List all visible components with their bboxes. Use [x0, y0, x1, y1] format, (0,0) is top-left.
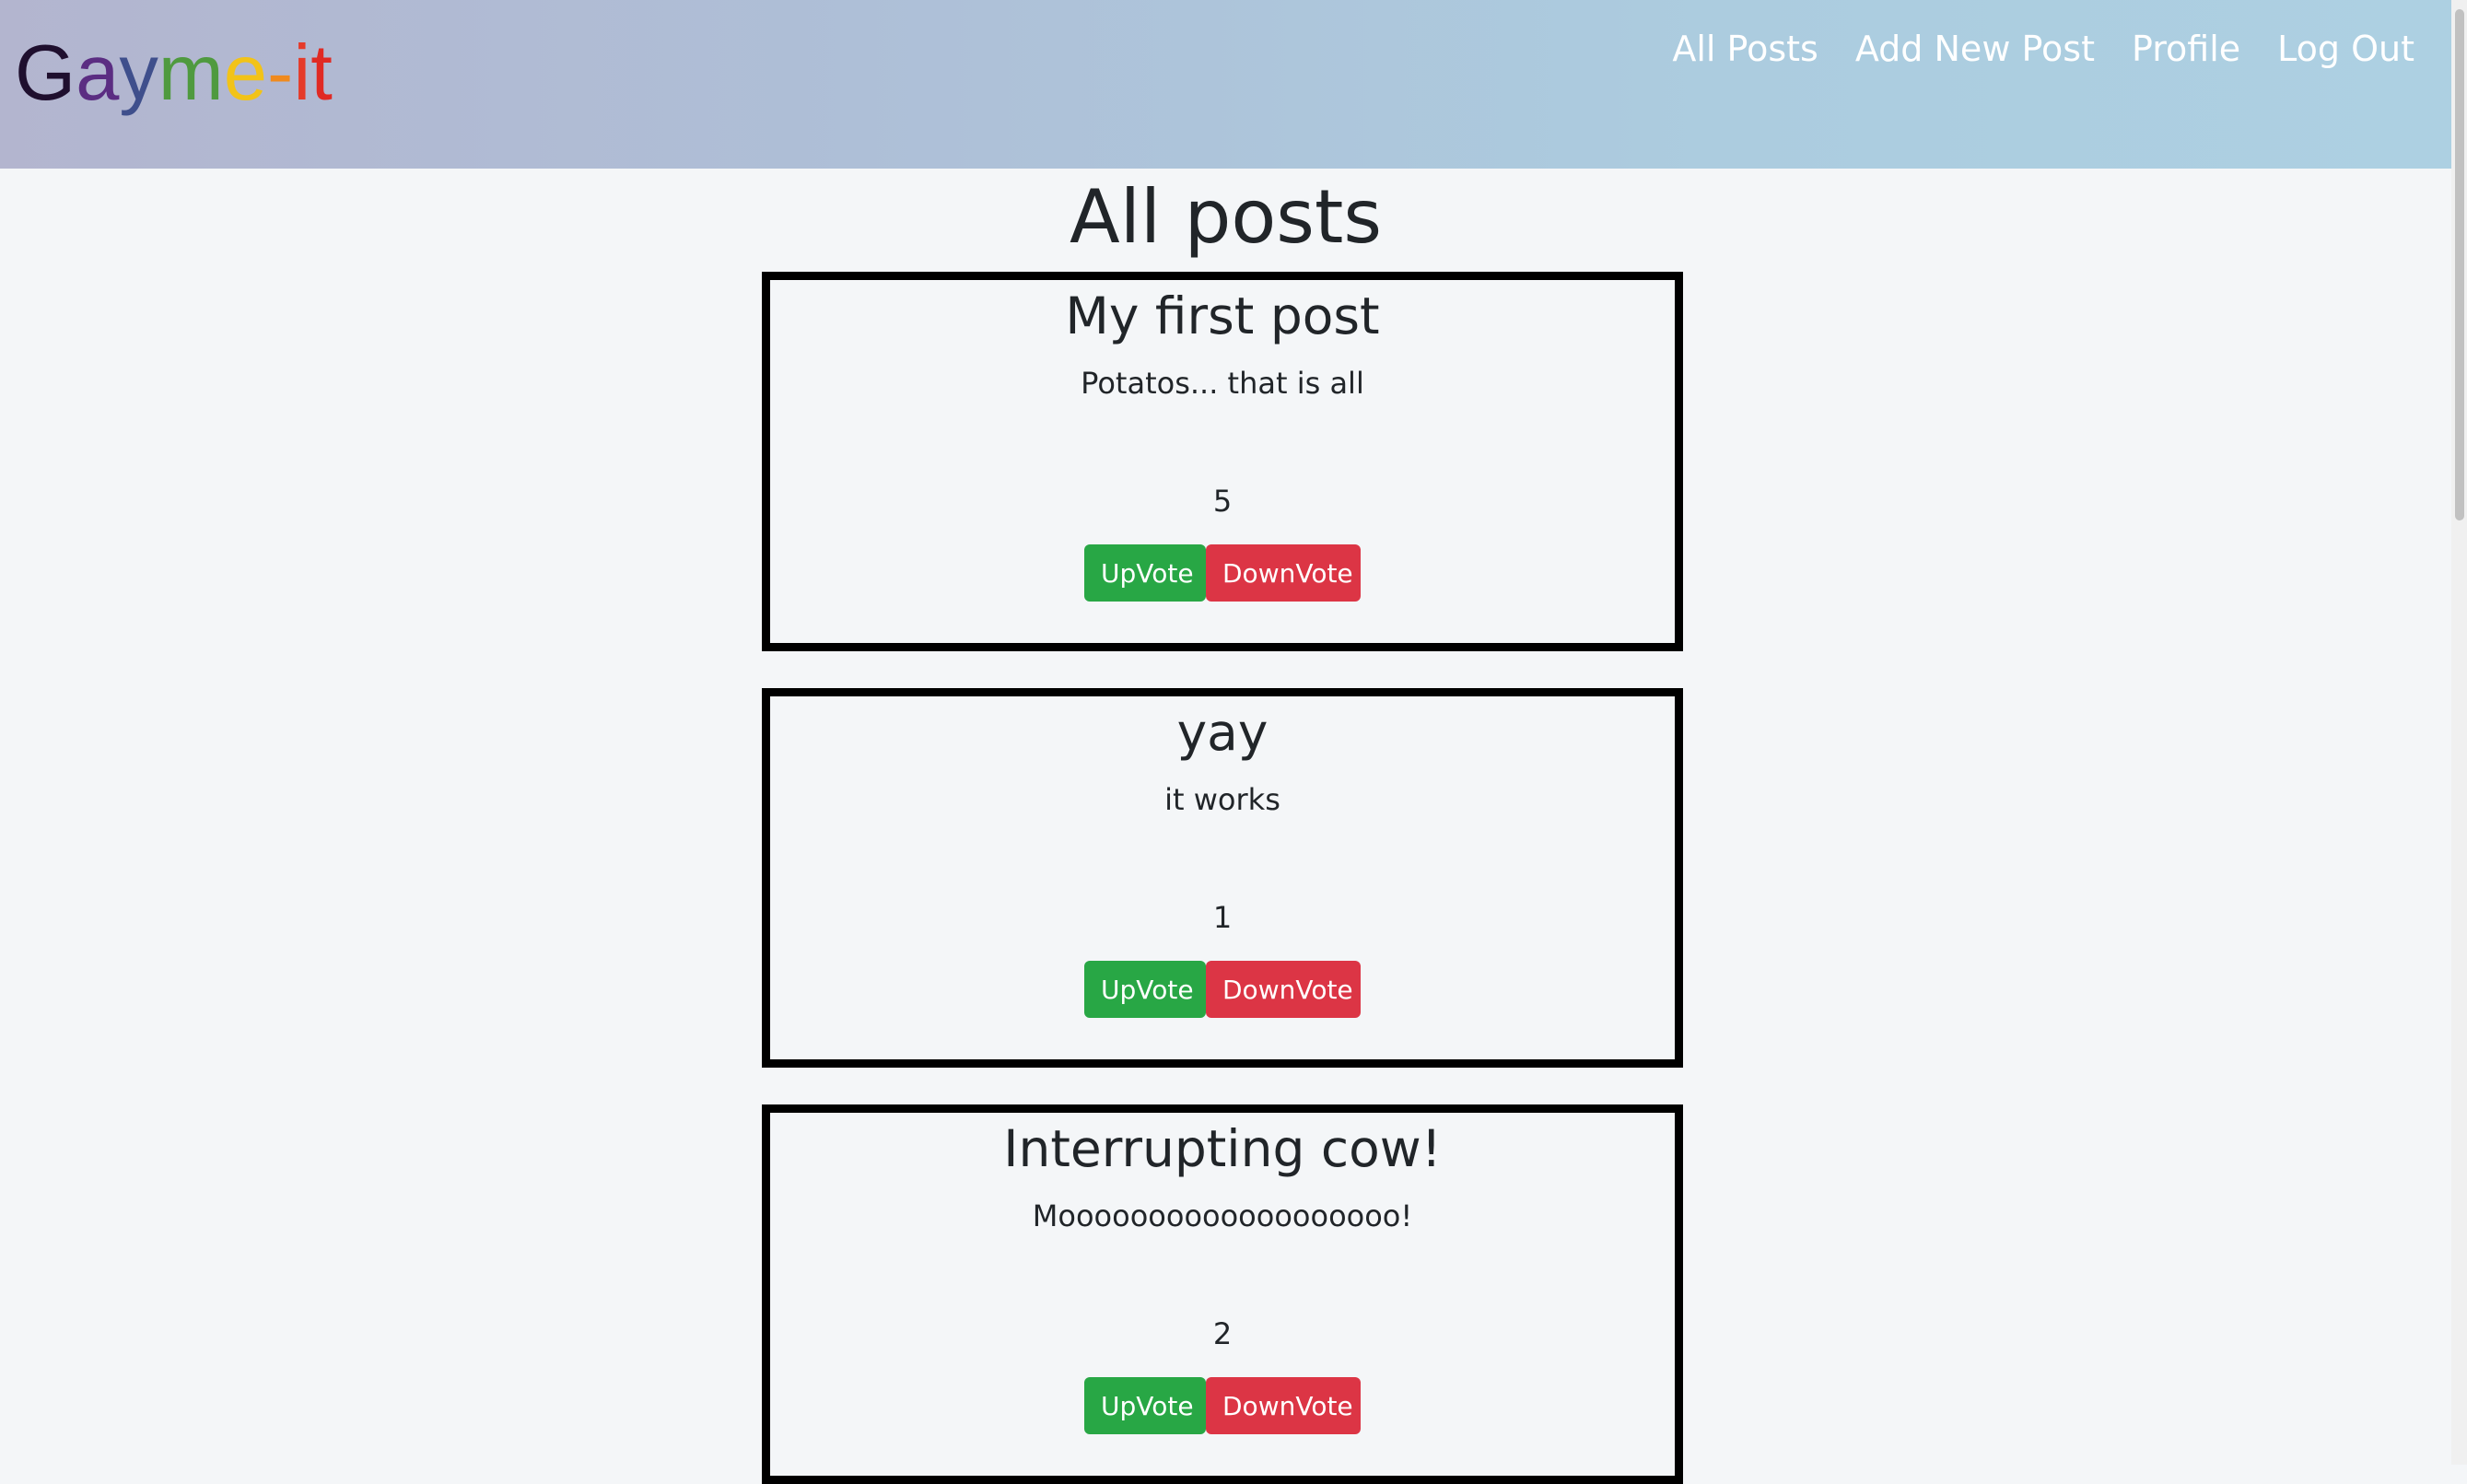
vote-count: 2	[1212, 1316, 1233, 1351]
nav-all-posts-link[interactable]: All Posts	[1672, 20, 1818, 77]
post-body: it works	[1164, 782, 1280, 817]
post-card: Interrupting cow! Mooooooooooooooooooo! …	[762, 1104, 1683, 1484]
downvote-button[interactable]: DownVote	[1206, 961, 1361, 1018]
downvote-button[interactable]: DownVote	[1206, 544, 1361, 602]
site-logo[interactable]: Gayme-it	[15, 28, 333, 120]
post-card: My first post Potatos... that is all 5 U…	[762, 272, 1683, 651]
logo-letter: m	[158, 29, 224, 117]
post-title: yay	[1176, 703, 1269, 762]
logo-letter: a	[76, 29, 120, 117]
post-card: yay it works 1 UpVote DownVote	[762, 688, 1683, 1068]
post-title: My first post	[1065, 286, 1380, 345]
vote-actions: UpVote DownVote	[770, 961, 1675, 1018]
nav-profile-link[interactable]: Profile	[2132, 20, 2240, 77]
vote-count: 1	[1212, 900, 1233, 935]
vote-count: 5	[1212, 484, 1233, 519]
upvote-button[interactable]: UpVote	[1084, 544, 1206, 602]
main-nav: All Posts Add New Post Profile Log Out	[1672, 20, 2414, 77]
logo-letter: i	[293, 29, 311, 117]
upvote-button[interactable]: UpVote	[1084, 961, 1206, 1018]
vertical-scrollbar[interactable]	[2451, 0, 2467, 1465]
post-title: Interrupting cow!	[1003, 1119, 1442, 1178]
page-title: All posts	[1069, 174, 1383, 260]
vote-actions: UpVote DownVote	[770, 1377, 1675, 1434]
site-header: Gayme-it All Posts Add New Post Profile …	[0, 0, 2451, 169]
scrollbar-thumb[interactable]	[2455, 9, 2464, 520]
logo-letter: G	[15, 29, 76, 117]
nav-log-out-link[interactable]: Log Out	[2277, 20, 2414, 77]
post-body: Potatos... that is all	[1081, 366, 1364, 401]
downvote-button[interactable]: DownVote	[1206, 1377, 1361, 1434]
logo-letter: y	[119, 29, 158, 117]
logo-letter: -	[267, 29, 294, 117]
vote-actions: UpVote DownVote	[770, 544, 1675, 602]
post-body: Mooooooooooooooooooo!	[1032, 1198, 1413, 1233]
upvote-button[interactable]: UpVote	[1084, 1377, 1206, 1434]
logo-letter: t	[310, 29, 333, 117]
logo-letter: e	[223, 29, 267, 117]
nav-add-new-post-link[interactable]: Add New Post	[1855, 20, 2095, 77]
